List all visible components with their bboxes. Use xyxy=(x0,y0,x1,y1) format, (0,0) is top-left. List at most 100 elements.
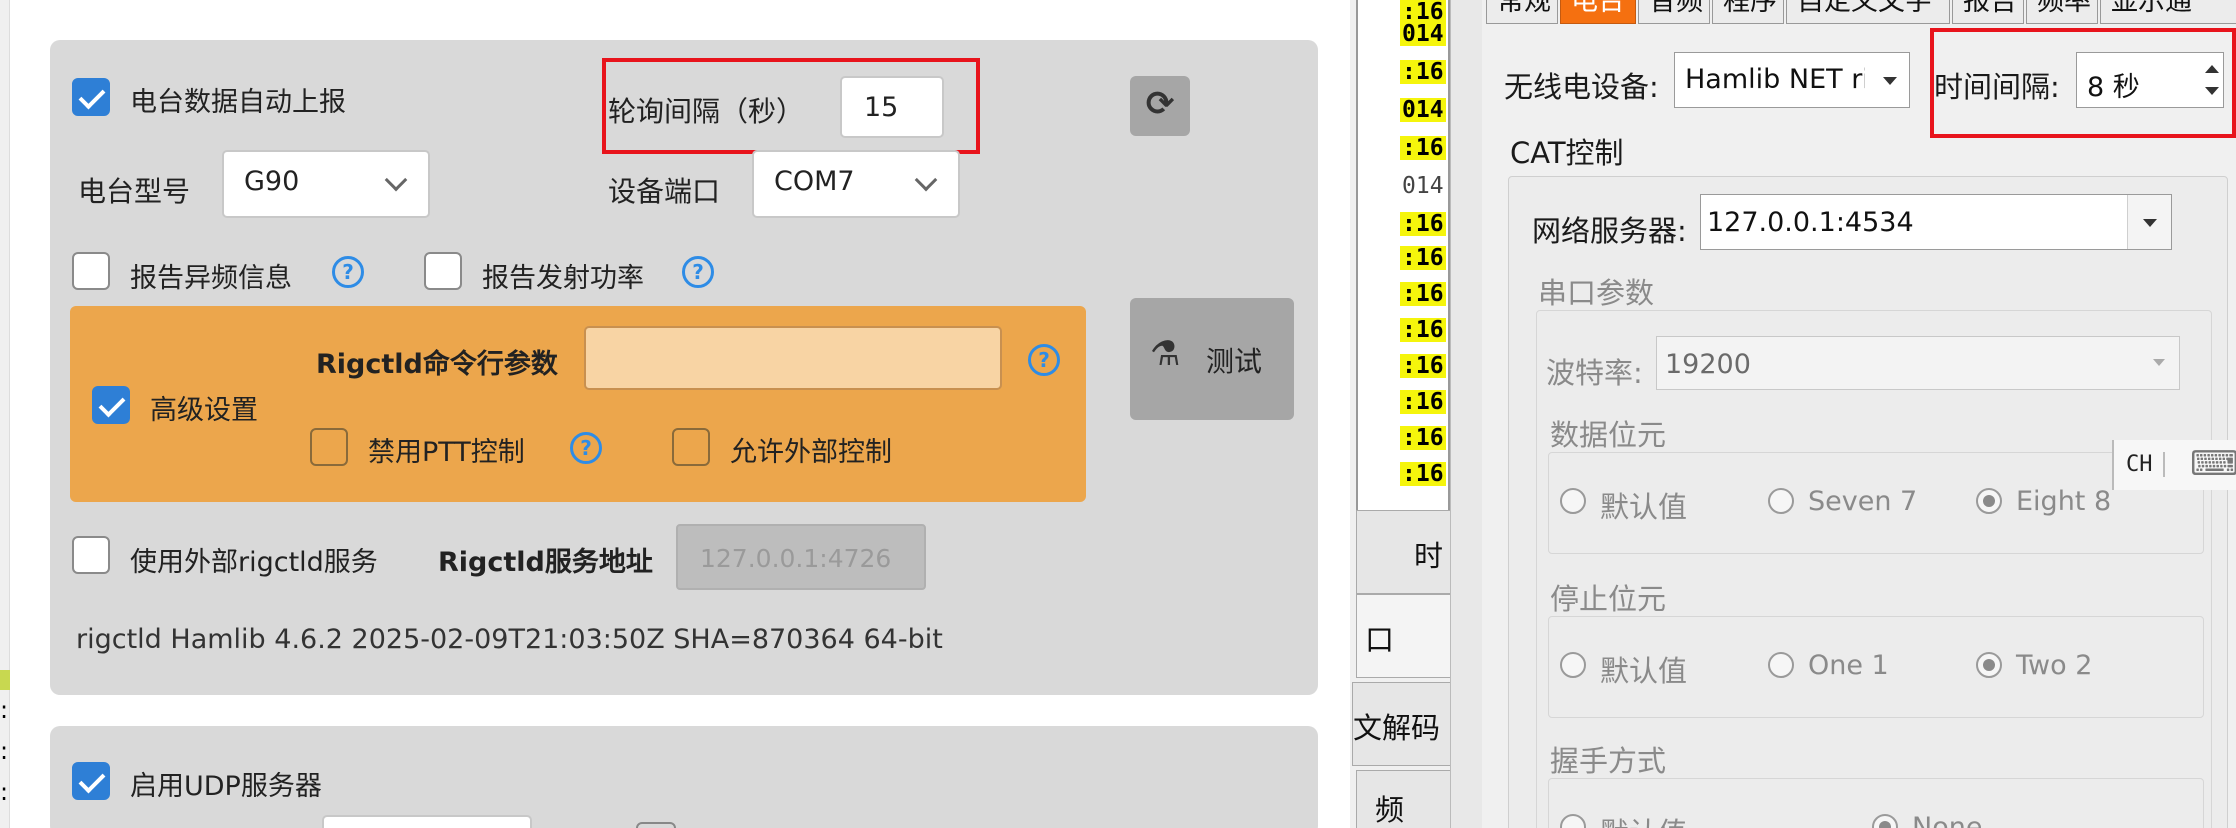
rigctld-addr-label: Rigctld服务地址 xyxy=(438,547,653,578)
timestamp-cell: :16 xyxy=(1400,60,1446,84)
left-panel: : : : 电台数据自动上报 轮询间隔（秒） 15 ⟳ 电台型号 G90 设备端… xyxy=(0,0,1350,828)
radio-device-label: 无线电设备: xyxy=(1504,70,1659,104)
radio-model-label: 电台型号 xyxy=(78,175,191,208)
stop-bits-one-radio[interactable] xyxy=(1768,652,1794,678)
use-external-rigctld-label: 使用外部rigctld服务 xyxy=(130,547,378,578)
net-server-combobox[interactable]: 127.0.0.1:4534 xyxy=(1700,194,2172,250)
handshake-default-label: 默认值 xyxy=(1600,810,1687,828)
dropdown-arrow-icon xyxy=(2153,359,2165,366)
report-power-label: 报告发射功率 xyxy=(482,263,644,294)
timestamp-cell: :16 xyxy=(1400,212,1446,236)
report-offfreq-checkbox[interactable] xyxy=(72,252,110,290)
timestamp-cell: :16 xyxy=(1400,282,1446,306)
radio-device-select[interactable]: Hamlib NET rig xyxy=(1674,52,1910,108)
handshake-label: 握手方式 xyxy=(1550,744,1667,778)
net-server-label: 网络服务器: xyxy=(1532,214,1687,248)
timestamp-cell: :16 xyxy=(1400,354,1446,378)
chevron-down-icon xyxy=(914,168,938,192)
data-bits-seven-label: Seven 7 xyxy=(1808,486,1918,517)
side-button-port[interactable]: 口 xyxy=(1356,594,1456,678)
stop-bits-label: 停止位元 xyxy=(1550,582,1667,616)
test-button-label: 测试 xyxy=(1206,345,1263,378)
stop-bits-one-label: One 1 xyxy=(1808,650,1889,681)
time-interval-highlight xyxy=(1930,28,2236,138)
help-icon[interactable]: ? xyxy=(332,256,364,288)
dropdown-arrow-icon xyxy=(2143,219,2157,227)
device-port-label: 设备端口 xyxy=(608,175,721,208)
side-button-freq[interactable]: 频 xyxy=(1356,770,1456,828)
data-bits-eight-label: Eight 8 xyxy=(2016,486,2112,517)
chevron-down-icon xyxy=(384,168,408,192)
advanced-settings-checkbox[interactable] xyxy=(92,386,130,424)
rigctld-addr-input[interactable]: 127.0.0.1:4726 xyxy=(676,524,926,590)
timestamp-cell: :16 xyxy=(1400,462,1446,486)
report-power-checkbox[interactable] xyxy=(424,252,462,290)
udp-port-input[interactable] xyxy=(322,815,532,828)
allow-external-label: 允许外部控制 xyxy=(730,437,892,468)
enable-udp-checkbox[interactable] xyxy=(72,762,110,800)
left-edge-dot-1: : xyxy=(0,696,9,724)
baud-rate-value: 19200 xyxy=(1665,349,1751,380)
tab-general[interactable]: 常规 xyxy=(1486,0,1558,24)
tab-program[interactable]: 程序 xyxy=(1712,0,1784,24)
middle-divider xyxy=(1450,0,1482,828)
settings-dialog: 常规 电台 音频 程序 自定义文字 报告 频率 显示通 无线电设备: Hamli… xyxy=(1482,0,2236,828)
left-edge-dot-3: : xyxy=(0,778,9,806)
left-edge-accent xyxy=(0,670,10,690)
handshake-none-label: None xyxy=(1912,812,1983,828)
tab-display[interactable]: 显示通 xyxy=(2100,0,2236,24)
help-icon[interactable]: ? xyxy=(1028,344,1060,376)
device-port-select[interactable]: COM7 xyxy=(752,150,960,218)
device-port-value: COM7 xyxy=(774,166,855,197)
disable-ptt-checkbox[interactable] xyxy=(310,428,348,466)
timestamp-cell: :16 xyxy=(1400,318,1446,342)
keyboard-icon[interactable]: ⌨ xyxy=(2190,444,2236,484)
tab-custom-text[interactable]: 自定义文字 xyxy=(1786,0,1950,24)
left-edge-dot-2: : xyxy=(0,737,9,765)
timestamp-cell: 014 xyxy=(1400,98,1446,122)
side-button-time[interactable]: 时 xyxy=(1356,510,1456,594)
data-bits-eight-radio[interactable] xyxy=(1976,488,2002,514)
stop-bits-default-radio[interactable] xyxy=(1560,652,1586,678)
allow-external-checkbox[interactable] xyxy=(672,428,710,466)
tab-audio[interactable]: 音频 xyxy=(1638,0,1710,24)
ime-mode-button[interactable]: CH xyxy=(2126,452,2165,477)
test-button[interactable]: ⚗ 测试 xyxy=(1130,298,1294,420)
advanced-settings-label: 高级设置 xyxy=(150,395,258,426)
tab-frequency[interactable]: 频率 xyxy=(2026,0,2098,24)
baud-rate-select[interactable]: 19200 xyxy=(1656,336,2180,390)
rigctld-version-text: rigctld Hamlib 4.6.2 2025-02-09T21:03:50… xyxy=(76,624,943,655)
help-icon[interactable]: ? xyxy=(570,432,602,464)
use-external-rigctld-checkbox[interactable] xyxy=(72,536,110,574)
dropdown-arrow-icon xyxy=(1883,77,1897,85)
disable-ptt-label: 禁用PTT控制 xyxy=(368,437,525,468)
tab-report[interactable]: 报告 xyxy=(1952,0,2024,24)
timestamp-cell: 014 xyxy=(1400,22,1446,46)
radio-model-select[interactable]: G90 xyxy=(222,150,430,218)
timestamp-cell: :16 xyxy=(1400,246,1446,270)
timestamp-cell: :16 xyxy=(1400,136,1446,160)
poll-interval-highlight xyxy=(602,58,980,154)
data-bits-default-radio[interactable] xyxy=(1560,488,1586,514)
refresh-button[interactable]: ⟳ xyxy=(1130,76,1190,136)
report-offfreq-label: 报告异频信息 xyxy=(130,263,292,294)
stop-bits-two-radio[interactable] xyxy=(1976,652,2002,678)
baud-rate-label: 波特率: xyxy=(1546,356,1643,390)
data-bits-seven-radio[interactable] xyxy=(1768,488,1794,514)
auto-report-checkbox[interactable] xyxy=(72,78,110,116)
help-icon[interactable]: ? xyxy=(682,256,714,288)
side-button-decode[interactable]: 文解码 xyxy=(1352,682,1452,766)
udp-partial-button[interactable] xyxy=(636,822,676,828)
timestamp-cell: :16 xyxy=(1400,390,1446,414)
radio-model-value: G90 xyxy=(244,166,300,197)
tab-radio[interactable]: 电台 xyxy=(1560,0,1636,24)
rigctld-args-input[interactable] xyxy=(584,326,1002,390)
rigctld-args-label: Rigctld命令行参数 xyxy=(316,349,558,380)
refresh-icon: ⟳ xyxy=(1145,84,1175,124)
cat-control-label: CAT控制 xyxy=(1510,136,1624,170)
enable-udp-label: 启用UDP服务器 xyxy=(130,771,322,802)
auto-report-label: 电台数据自动上报 xyxy=(130,87,346,118)
data-bits-label: 数据位元 xyxy=(1550,418,1667,452)
serial-params-label: 串口参数 xyxy=(1538,276,1655,310)
data-bits-default-label: 默认值 xyxy=(1600,490,1688,524)
